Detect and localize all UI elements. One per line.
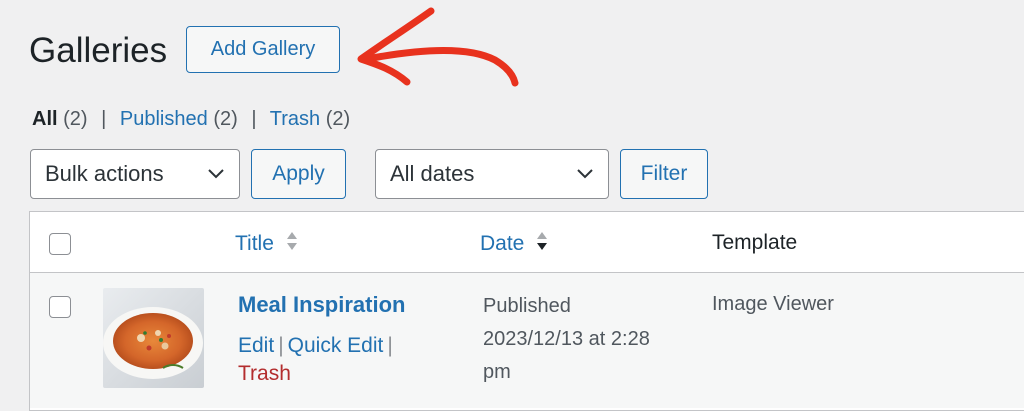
sort-descending-icon — [537, 232, 548, 250]
action-separator: | — [387, 334, 393, 357]
view-published-count: (2) — [213, 108, 238, 130]
date-cell: Published 2023/12/13 at 2:28 pm — [483, 290, 683, 389]
annotation-arrow-icon — [357, 7, 519, 87]
add-gallery-button[interactable]: Add Gallery — [186, 26, 340, 73]
date-value-2: pm — [483, 361, 511, 383]
view-trash[interactable]: Trash — [270, 108, 320, 130]
chevron-down-icon — [577, 169, 593, 179]
dates-select[interactable]: All dates — [375, 149, 609, 199]
column-title-header[interactable]: Title — [235, 230, 298, 257]
column-title-label: Title — [235, 232, 274, 255]
row-checkbox[interactable] — [49, 296, 71, 318]
dates-label: All dates — [390, 161, 475, 186]
apply-button[interactable]: Apply — [251, 149, 346, 199]
date-value: 2023/12/13 at 2:28 — [483, 328, 650, 350]
template-cell: Image Viewer — [712, 293, 834, 315]
bulk-actions-label: Bulk actions — [45, 161, 164, 186]
view-separator: | — [251, 108, 257, 130]
sort-icon — [286, 232, 297, 250]
action-separator: | — [278, 334, 284, 357]
filter-button[interactable]: Filter — [620, 149, 708, 199]
column-date-header[interactable]: Date — [480, 230, 548, 257]
select-all-checkbox[interactable] — [49, 233, 71, 255]
gallery-thumbnail[interactable] — [103, 288, 204, 388]
page-title: Galleries — [29, 31, 168, 70]
bulk-actions-select[interactable]: Bulk actions — [30, 149, 240, 199]
gallery-title-link[interactable]: Meal Inspiration — [238, 291, 405, 319]
chevron-down-icon — [208, 169, 224, 179]
edit-link[interactable]: Edit — [238, 334, 274, 357]
soup-image-icon — [103, 288, 204, 388]
view-trash-count: (2) — [325, 108, 351, 130]
view-all[interactable]: All — [32, 108, 58, 130]
view-all-count: (2) — [63, 108, 88, 130]
row-actions: Edit | Quick Edit | Trash — [238, 332, 438, 388]
view-published[interactable]: Published — [120, 108, 208, 130]
view-separator: | — [101, 108, 107, 130]
date-status: Published — [483, 295, 571, 317]
column-date-label: Date — [480, 232, 525, 255]
column-template-header: Template — [712, 231, 798, 254]
trash-link[interactable]: Trash — [238, 362, 291, 385]
quick-edit-link[interactable]: Quick Edit — [288, 334, 384, 357]
status-views: All (2) | Published (2) | Trash (2) — [32, 106, 350, 132]
